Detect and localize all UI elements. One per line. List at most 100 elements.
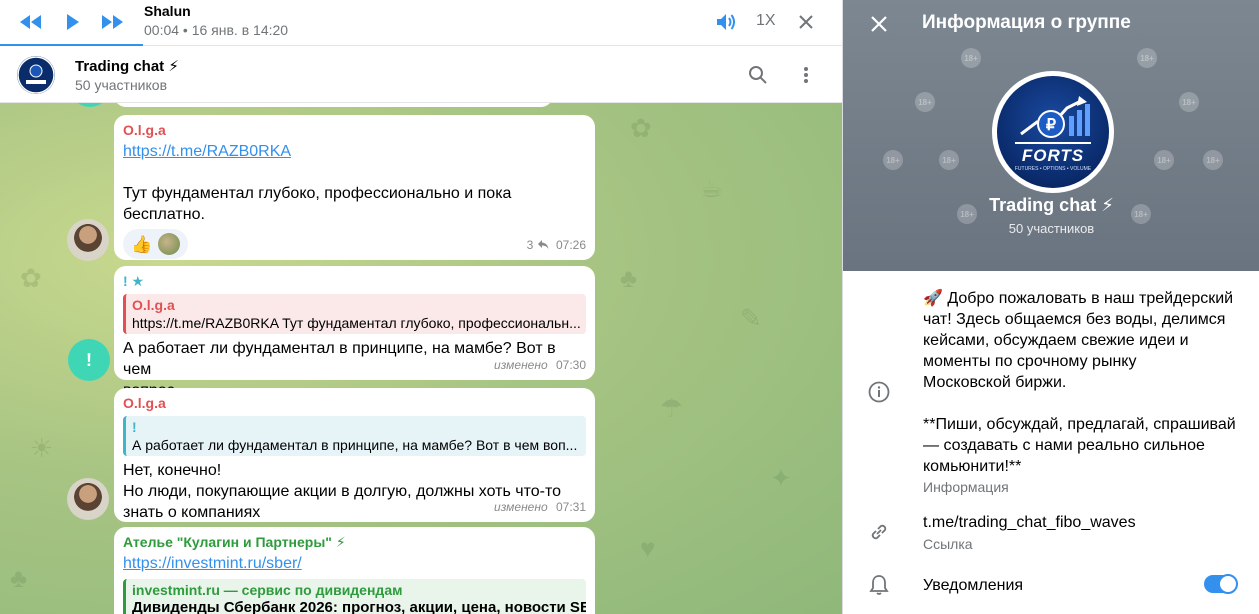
message-time: 07:30 — [555, 358, 586, 372]
track-subtitle: 00:04 • 16 янв. в 14:20 — [144, 22, 289, 38]
more-icon[interactable] — [793, 62, 819, 88]
volume-icon[interactable] — [711, 9, 741, 35]
message-text-line: Тут фундаментал глубоко, профессионально… — [123, 185, 512, 202]
message-bubble[interactable]: Ателье "Кулагин и Партнеры" ⚡ https://in… — [114, 527, 595, 614]
age-badge-icon: 18+ — [1137, 48, 1157, 68]
message-link[interactable]: https://t.me/RAZB0RKA — [123, 141, 586, 162]
close-icon[interactable] — [865, 10, 893, 38]
description-line — [923, 393, 1243, 414]
message-list[interactable]: ✿ ☕ ♣ ✎ ☂ ✦ ♥ ✿ ☀ ♣ O.l.g.a https://t.me… — [0, 103, 842, 614]
link-caption: Ссылка — [923, 536, 973, 552]
reply-quote-sender: O.l.g.a — [132, 297, 175, 313]
bell-icon — [867, 573, 891, 597]
description-line: — создавать с нами реально сильное — [923, 437, 1205, 454]
track-title: Shalun — [144, 3, 191, 19]
svg-text:₽: ₽ — [1046, 117, 1056, 134]
message-bubble[interactable]: O.l.g.a https://t.me/RAZB0RKA Тут фундам… — [114, 115, 595, 260]
search-icon[interactable] — [745, 62, 771, 88]
avatar — [69, 103, 111, 107]
info-icon — [867, 380, 891, 404]
reply-quote-text: https://t.me/RAZB0RKA Тут фундаментал гл… — [132, 315, 581, 331]
link-preview[interactable]: investmint.ru — сервис по дивидендам Див… — [123, 579, 586, 614]
message-bubble[interactable]: O.l.g.a ! А работает ли фундаментал в пр… — [114, 388, 595, 522]
group-member-count: 50 участников — [1008, 221, 1095, 236]
group-description: 🚀 Добро пожаловать в наш трейдерский чат… — [923, 288, 1243, 477]
chat-title: Trading chat ⚡ — [75, 58, 179, 75]
reply-count[interactable]: 3 — [527, 238, 534, 252]
reply-icon — [537, 238, 552, 252]
message-bubble[interactable]: ! ★ O.l.g.a https://t.me/RAZB0RKA Тут фу… — [114, 266, 595, 399]
description-line: кейсами, обсуждаем свежие идеи и — [923, 332, 1189, 349]
description-line: комьюнити!** — [923, 458, 1022, 475]
play-icon[interactable] — [58, 9, 88, 35]
age-badge-icon: 18+ — [939, 150, 959, 170]
description-line: **Пиши, обсуждай, предлагай, спрашивай — [923, 416, 1236, 433]
close-player-icon[interactable] — [791, 9, 821, 35]
description-line: чат! Здесь общаемся без воды, делимся — [923, 311, 1226, 328]
pattern-icon: ✦ — [770, 463, 792, 493]
message-meta: изменено 07:30 — [494, 355, 586, 376]
group-info-panel: Информация о группе 18+ 18+ 18+ 18+ 18+ … — [842, 0, 1259, 614]
rewind-icon[interactable] — [16, 9, 46, 35]
audio-player: Shalun 00:04 • 16 янв. в 14:20 1X — [0, 0, 842, 46]
message-sender[interactable]: O.l.g.a — [123, 121, 586, 139]
pattern-icon: ♣ — [10, 563, 28, 593]
message-text-line: Нет, конечно! — [123, 462, 222, 479]
reactions: 👍 — [123, 229, 586, 259]
pattern-icon: ✎ — [740, 303, 762, 333]
logo-tagline: FUTURES • OPTIONS • VOLUME — [1014, 166, 1092, 172]
group-name: Trading chat ⚡ — [989, 195, 1114, 215]
message-sender[interactable]: ! ★ — [123, 272, 586, 290]
edited-label: изменено — [494, 500, 548, 514]
fast-forward-icon[interactable] — [97, 9, 127, 35]
playback-speed-button[interactable]: 1X — [756, 12, 776, 30]
pattern-icon: ♥ — [640, 533, 656, 563]
notifications-toggle[interactable] — [1204, 574, 1238, 594]
message-meta: 3 07:26 — [527, 235, 586, 256]
chat-member-count: 50 участников — [75, 77, 168, 93]
reply-quote[interactable]: ! А работает ли фундаментал в принципе, … — [123, 416, 586, 456]
description-line: моменты по срочному рынку — [923, 353, 1137, 370]
avatar[interactable] — [67, 478, 109, 520]
pattern-icon: ✿ — [20, 263, 42, 293]
chat-header[interactable]: Trading chat ⚡ 50 участников — [0, 46, 842, 103]
age-badge-icon: 18+ — [883, 150, 903, 170]
message-time: 07:26 — [555, 238, 586, 252]
avatar[interactable]: ! — [68, 339, 110, 381]
age-badge-icon: 18+ — [1154, 150, 1174, 170]
age-badge-icon: 18+ — [1179, 92, 1199, 112]
pattern-icon: ☀ — [30, 433, 54, 463]
logo-text: FORTS — [1021, 146, 1085, 165]
link-preview-site: investmint.ru — сервис по дивидендам — [132, 582, 403, 598]
avatar[interactable] — [67, 219, 109, 261]
reply-quote-sender: ! — [132, 419, 137, 435]
description-caption: Информация — [923, 479, 1009, 495]
pattern-icon: ☂ — [660, 393, 684, 423]
notifications-row[interactable]: Уведомления — [843, 566, 1259, 606]
toggle-knob — [1218, 574, 1238, 594]
age-badge-icon: 18+ — [915, 92, 935, 112]
pattern-icon: ✿ — [630, 113, 652, 143]
reactor-avatar — [158, 233, 181, 255]
notifications-label: Уведомления — [923, 577, 1024, 594]
reply-quote[interactable]: O.l.g.a https://t.me/RAZB0RKA Тут фундам… — [123, 294, 586, 334]
group-link[interactable]: t.me/trading_chat_fibo_waves — [923, 512, 1243, 533]
thumbs-up-icon: 👍 — [131, 234, 153, 254]
link-row[interactable]: t.me/trading_chat_fibo_waves Ссылка — [843, 508, 1259, 558]
group-info-header: Информация о группе 18+ 18+ 18+ 18+ 18+ … — [843, 0, 1259, 271]
link-icon — [867, 520, 891, 544]
chat-avatar[interactable] — [17, 56, 55, 94]
message-sender[interactable]: Ателье "Кулагин и Партнеры" ⚡ — [123, 533, 586, 551]
chat-column: Shalun 00:04 • 16 янв. в 14:20 1X Tradin… — [0, 0, 842, 614]
message-text-line: бесплатно. — [123, 206, 205, 223]
description-row[interactable]: 🚀 Добро пожаловать в наш трейдерский чат… — [843, 288, 1259, 498]
message-time: 07:31 — [555, 500, 586, 514]
message-meta: изменено 07:31 — [494, 497, 586, 518]
message-link[interactable]: https://investmint.ru/sber/ — [123, 553, 586, 574]
reaction-thumbs-up[interactable]: 👍 — [123, 229, 189, 259]
group-avatar[interactable]: ₽ FORTS FUTURES • OPTIONS • VOLUME — [992, 71, 1114, 193]
description-line: 🚀 Добро пожаловать в наш трейдерский — [923, 290, 1234, 307]
message-sender[interactable]: O.l.g.a — [123, 394, 586, 412]
description-line: Московской биржи. — [923, 374, 1067, 391]
reply-quote-text: А работает ли фундаментал в принципе, на… — [132, 437, 578, 453]
